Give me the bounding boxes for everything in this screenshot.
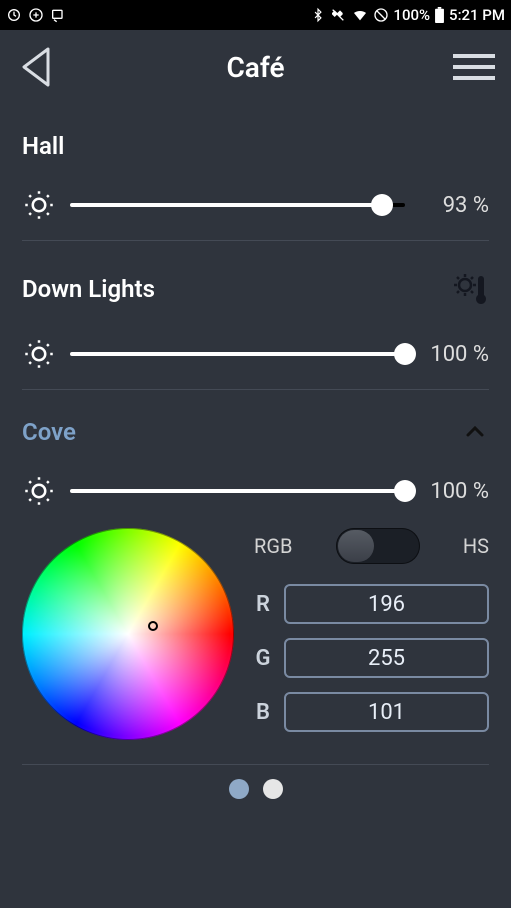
rgb-row-r: R 196 xyxy=(254,584,489,624)
color-temp-icon[interactable] xyxy=(449,269,489,309)
content: Hall 93 % Down Lights xyxy=(0,104,511,799)
brightness-value: 100 % xyxy=(419,342,489,367)
g-field[interactable]: 255 xyxy=(284,638,489,678)
brightness-row: 93 % xyxy=(22,188,489,222)
color-wheel-pick[interactable] xyxy=(148,621,158,631)
brightness-value: 100 % xyxy=(419,479,489,504)
no-network-icon xyxy=(373,7,389,23)
brightness-icon xyxy=(22,337,56,371)
brightness-slider[interactable] xyxy=(70,479,405,503)
menu-button[interactable] xyxy=(449,42,499,92)
mode-rgb-label: RGB xyxy=(254,534,292,558)
chevron-up-icon xyxy=(461,418,489,446)
zone-header[interactable]: Hall xyxy=(22,132,489,160)
b-label: B xyxy=(254,700,272,725)
zone-header[interactable]: Cove xyxy=(22,418,489,446)
back-triangle-icon xyxy=(18,45,56,89)
g-label: G xyxy=(254,646,272,671)
brightness-slider[interactable] xyxy=(70,193,405,217)
status-left xyxy=(6,7,66,23)
brightness-value: 93 % xyxy=(419,193,489,218)
wifi-icon xyxy=(351,7,369,23)
divider xyxy=(22,764,489,765)
rgb-panel: RGB HS R 196 G 255 B 101 xyxy=(254,528,489,740)
page-title: Café xyxy=(226,51,284,84)
vibrate-icon xyxy=(329,7,347,23)
zone-name: Cove xyxy=(22,418,76,446)
mode-switch[interactable] xyxy=(336,528,420,564)
mode-hs-label: HS xyxy=(463,534,489,558)
r-label: R xyxy=(254,592,272,617)
rgb-row-b: B 101 xyxy=(254,692,489,732)
rgb-row-g: G 255 xyxy=(254,638,489,678)
sync-icon xyxy=(6,7,22,23)
r-field[interactable]: 196 xyxy=(284,584,489,624)
back-button[interactable] xyxy=(12,42,62,92)
brightness-row: 100 % xyxy=(22,474,489,508)
zone-down-lights: Down Lights 100 % xyxy=(22,241,489,390)
clock: 5:21 PM xyxy=(449,6,505,24)
brightness-row: 100 % xyxy=(22,337,489,371)
zone-header[interactable]: Down Lights xyxy=(22,269,489,309)
brightness-icon xyxy=(22,474,56,508)
page-dot-2[interactable] xyxy=(263,779,283,799)
status-right: 100% 5:21 PM xyxy=(311,6,505,24)
zone-cove: Cove 100 % RGB xyxy=(22,390,489,765)
zone-hall: Hall 93 % xyxy=(22,104,489,241)
plus-circle-icon xyxy=(28,7,44,23)
color-wheel[interactable] xyxy=(22,528,234,740)
mode-row: RGB HS xyxy=(254,528,489,564)
zone-name: Down Lights xyxy=(22,275,155,303)
brightness-slider[interactable] xyxy=(70,342,405,366)
battery-percent: 100% xyxy=(393,6,430,24)
card-icon xyxy=(50,7,66,23)
app-header: Café xyxy=(0,30,511,104)
hamburger-icon xyxy=(453,52,495,82)
battery-icon xyxy=(434,7,445,23)
color-section: RGB HS R 196 G 255 B 101 xyxy=(22,528,489,764)
bluetooth-icon xyxy=(311,7,325,23)
b-field[interactable]: 101 xyxy=(284,692,489,732)
page-indicator[interactable] xyxy=(22,779,489,799)
android-status-bar: 100% 5:21 PM xyxy=(0,0,511,30)
zone-name: Hall xyxy=(22,132,64,160)
page-dot-1[interactable] xyxy=(229,779,249,799)
brightness-icon xyxy=(22,188,56,222)
